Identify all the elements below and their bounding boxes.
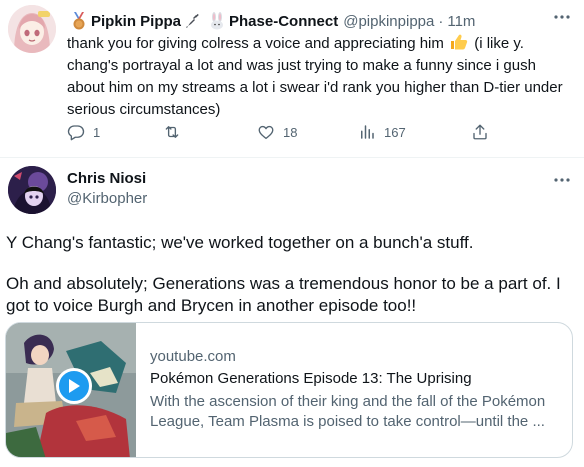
like-count: 18 [283,124,298,140]
medal-icon [70,12,88,30]
reply-count: 1 [93,124,101,140]
card-description: With the ascension of their king and the… [150,393,546,430]
link-preview-card[interactable]: youtube.com Pokémon Generations Episode … [5,322,573,458]
video-thumbnail[interactable] [6,323,136,457]
reply-icon [67,125,85,141]
tweet1-handle[interactable]: @pipkinpippa [343,13,434,30]
bunny-icon [208,12,226,30]
avatar-chris-niosi[interactable] [8,166,56,214]
tweet2-paragraph-1: Y Chang's fantastic; we've worked togeth… [6,233,474,252]
tweet1-header: Pipkin Pippa Phase-Connect @pipkinpippa … [67,11,475,31]
tweet2-handle[interactable]: @Kirbopher [67,190,147,207]
card-title[interactable]: Pokémon Generations Episode 13: The Upri… [150,370,472,387]
tweet-reply-pipkin[interactable]: Pipkin Pippa Phase-Connect @pipkinpippa … [0,0,584,158]
tweet1-affiliation: Phase-Connect [229,12,339,30]
more-icon[interactable] [552,170,572,190]
tweet1-separator: · [438,12,444,30]
tweet1-text-part1: thank you for giving colress a voice and… [67,35,444,52]
avatar-pipkin[interactable] [8,5,56,53]
card-domain: youtube.com [150,348,236,365]
tweet2-paragraph-2: Oh and absolutely; Generations was a tre… [6,274,561,315]
retweet-icon [165,126,179,138]
tweet1-text: thank you for giving colress a voice and… [67,33,567,121]
tweet1-display-name[interactable]: Pipkin Pippa [91,13,181,30]
like-icon [258,125,274,140]
more-icon[interactable] [552,7,572,27]
views-icon [361,125,374,139]
share-icon [473,124,487,140]
tweet2-display-name[interactable]: Chris Niosi [67,170,146,187]
views-button[interactable]: 167 [358,122,406,142]
tweet1-timestamp[interactable]: 11m [447,13,475,30]
play-icon[interactable] [56,368,92,404]
tweet1-action-bar: 1 18 167 [67,122,507,142]
share-button[interactable] [471,122,497,142]
thumbs-up-icon [450,34,468,50]
plug-icon [184,12,202,30]
retweet-button[interactable] [163,122,189,142]
like-button[interactable]: 18 [257,122,297,142]
view-count: 167 [384,124,406,140]
reply-button[interactable]: 1 [67,122,100,142]
